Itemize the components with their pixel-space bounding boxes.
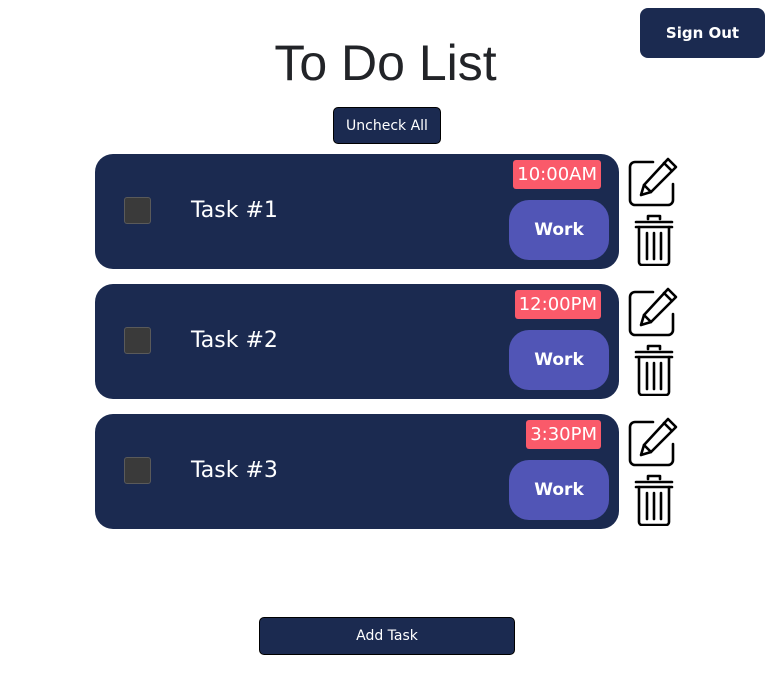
task-time-badge: 10:00AM [513, 160, 601, 189]
task-card: Task #1 10:00AM Work [95, 154, 619, 269]
task-checkbox[interactable] [124, 327, 151, 354]
edit-task-button[interactable] [627, 156, 679, 208]
task-name: Task #3 [191, 458, 278, 483]
task-category-tag: Work [509, 460, 609, 520]
edit-task-button[interactable] [627, 286, 679, 338]
task-checkbox[interactable] [124, 197, 151, 224]
trash-icon [634, 344, 674, 397]
trash-icon [634, 214, 674, 267]
task-checkbox[interactable] [124, 457, 151, 484]
edit-icon [628, 417, 678, 467]
task-category-tag: Work [509, 330, 609, 390]
uncheck-all-button[interactable]: Uncheck All [333, 107, 441, 144]
edit-task-button[interactable] [627, 416, 679, 468]
task-name: Task #2 [191, 328, 278, 353]
task-card: Task #3 3:30PM Work [95, 414, 619, 529]
delete-task-button[interactable] [634, 474, 674, 527]
task-name: Task #1 [191, 198, 278, 223]
edit-icon [628, 157, 678, 207]
task-time-badge: 12:00PM [514, 290, 601, 319]
delete-task-button[interactable] [634, 344, 674, 397]
add-task-button[interactable]: Add Task [259, 617, 515, 655]
task-card: Task #2 12:00PM Work [95, 284, 619, 399]
edit-icon [628, 287, 678, 337]
trash-icon [634, 474, 674, 527]
page-title: To Do List [274, 35, 497, 91]
delete-task-button[interactable] [634, 214, 674, 267]
task-category-tag: Work [509, 200, 609, 260]
task-time-badge: 3:30PM [526, 420, 601, 449]
